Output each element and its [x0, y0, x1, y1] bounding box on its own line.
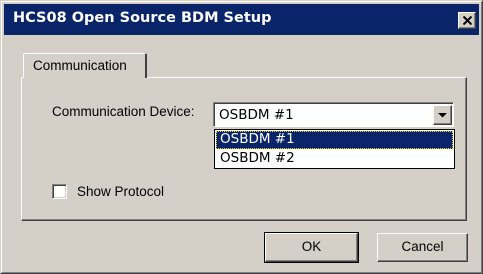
window-title: HCS08 Open Source BDM Setup	[13, 10, 272, 26]
close-button[interactable]	[458, 12, 476, 29]
setup-dialog-window: HCS08 Open Source BDM Setup Communicatio…	[0, 0, 483, 274]
title-bar[interactable]: HCS08 Open Source BDM Setup	[4, 4, 479, 35]
ok-button[interactable]: OK	[264, 232, 359, 263]
dropdown-option-osbdm-2[interactable]: OSBDM #2	[216, 150, 453, 168]
dropdown-option-osbdm-1[interactable]: OSBDM #1	[216, 131, 453, 149]
tab-communication-label: Communication	[33, 58, 127, 73]
tab-communication[interactable]: Communication	[23, 53, 147, 78]
communication-device-dropdown-list: OSBDM #1 OSBDM #2	[214, 129, 455, 169]
cancel-button[interactable]: Cancel	[377, 233, 468, 262]
close-icon	[463, 16, 472, 25]
